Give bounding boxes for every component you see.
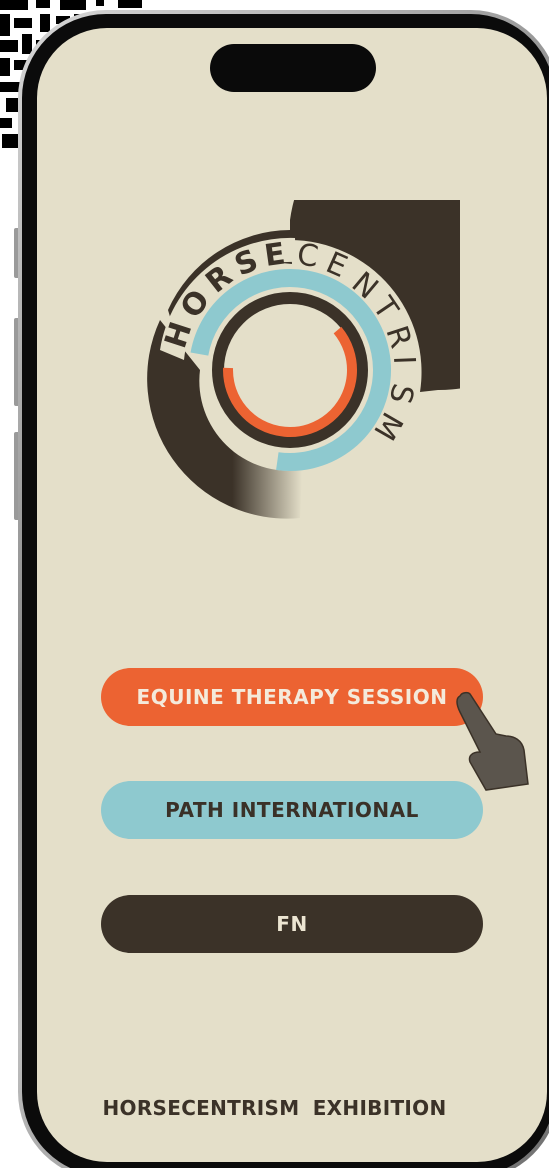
screen <box>37 28 547 1162</box>
equine-therapy-session-button[interactable]: EQUINE THERAPY SESSION <box>101 668 483 726</box>
hand-shape <box>456 691 529 791</box>
logo-letter: R <box>378 322 418 353</box>
logo-letter: E <box>321 245 353 285</box>
path-international-button[interactable]: PATH INTERNATIONAL <box>101 781 483 839</box>
logo-center <box>235 315 345 425</box>
logo-letter: I <box>386 355 421 365</box>
horsecentrism-logo: H O R S E C E N T R I S M <box>147 200 460 519</box>
logo-letter: C <box>295 237 321 275</box>
fn-button[interactable]: FN <box>101 895 483 953</box>
footer-title: HORSECENTRISM EXHIBITION <box>102 1096 447 1120</box>
stage: H O R S E C E N T R I S M EQUINE THERAPY… <box>0 0 549 1168</box>
hand-pointer-icon <box>456 691 529 791</box>
logo-letter: S <box>382 380 421 407</box>
dynamic-island <box>210 44 376 92</box>
